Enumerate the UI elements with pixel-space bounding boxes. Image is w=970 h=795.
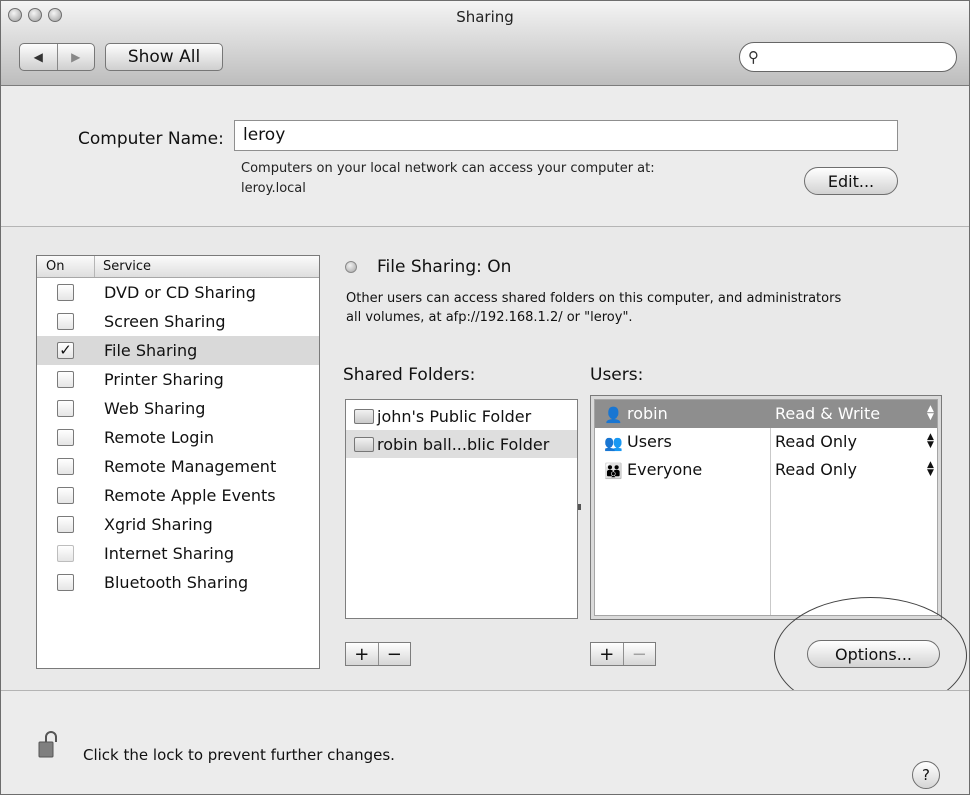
remove-user-button[interactable]: − [622,643,656,665]
bluetooth-sharing-checkbox[interactable] [57,574,74,591]
status-description-address: all volumes, at afp://192.168.1.2/ or "l… [346,310,633,325]
users-table: 👤 robin Read & Write ▲ ▼ 👥 Users Read Onl… [594,399,938,616]
service-name: Web Sharing [104,399,206,418]
remove-shared-folder-button[interactable]: − [377,643,411,665]
service-row-dvd-cd-sharing[interactable]: DVD or CD Sharing [37,278,319,307]
remote-management-checkbox[interactable] [57,458,74,475]
service-row-xgrid-sharing[interactable]: Xgrid Sharing [37,510,319,539]
sharing-window: Sharing ◀ ▶ Show All ⚲ Computer Name: le… [0,0,970,795]
service-name: Remote Management [104,457,277,476]
file-sharing-checkbox[interactable]: ✓ [57,342,74,359]
forward-button[interactable]: ▶ [56,44,95,70]
file-sharing-status: File Sharing: On [377,257,512,277]
shared-folder-name: john's Public Folder [377,406,532,426]
status-indicator-icon [345,261,357,273]
status-description: Other users can access shared folders on… [346,291,842,306]
service-name: Remote Apple Events [104,486,276,505]
local-hostname: leroy.local [241,181,306,196]
add-user-button[interactable]: + [591,643,623,665]
internet-sharing-checkbox[interactable] [57,545,74,562]
public-folder-icon [354,436,374,452]
service-row-file-sharing[interactable]: ✓ File Sharing [37,336,319,365]
user-permission[interactable]: Read & Write [775,404,880,423]
computer-name-label: Computer Name: [78,129,224,149]
lock-instruction: Click the lock to prevent further change… [83,746,395,764]
xgrid-sharing-checkbox[interactable] [57,516,74,533]
user-add-remove: + − [590,642,656,666]
shared-folder-name: robin ball...blic Folder [377,434,550,454]
user-row[interactable]: 👥 Users Read Only ▲ ▼ [595,428,937,456]
service-row-screen-sharing[interactable]: Screen Sharing [37,307,319,336]
shared-folder-add-remove: + − [345,642,411,666]
user-permission[interactable]: Read Only [775,432,857,451]
remote-login-checkbox[interactable] [57,429,74,446]
search-field[interactable]: ⚲ [739,42,957,72]
single-user-icon: 👤 [604,406,623,424]
service-name: Screen Sharing [104,312,226,331]
shared-folder-row[interactable]: john's Public Folder [346,402,577,430]
service-name: Remote Login [104,428,214,447]
permission-stepper-icon[interactable]: ▲ ▼ [927,405,934,422]
service-name: Internet Sharing [104,544,235,563]
user-row[interactable]: 👤 robin Read & Write ▲ ▼ [595,400,937,428]
screen-sharing-checkbox[interactable] [57,313,74,330]
search-input[interactable] [768,48,952,65]
users-label: Users: [590,365,644,385]
group-icon: 👥 [604,434,623,452]
user-row[interactable]: 👪 Everyone Read Only ▲ ▼ [595,456,937,484]
service-column-header[interactable]: Service [95,259,151,274]
add-shared-folder-button[interactable]: + [346,643,378,665]
help-button[interactable]: ? [912,761,940,789]
permission-stepper-icon[interactable]: ▲ ▼ [927,433,934,450]
service-row-internet-sharing[interactable]: Internet Sharing [37,539,319,568]
service-row-remote-management[interactable]: Remote Management [37,452,319,481]
shared-folders-label: Shared Folders: [343,365,476,385]
computer-name-description: Computers on your local network can acce… [241,161,655,176]
web-sharing-checkbox[interactable] [57,400,74,417]
back-button[interactable]: ◀ [20,44,57,70]
printer-sharing-checkbox[interactable] [57,371,74,388]
service-name: File Sharing [104,341,198,360]
user-name: Everyone [627,460,703,479]
window-title: Sharing [456,8,514,26]
show-all-button[interactable]: Show All [105,43,223,71]
on-column-header[interactable]: On [37,256,95,277]
service-name: Xgrid Sharing [104,515,213,534]
service-row-remote-login[interactable]: Remote Login [37,423,319,452]
dvd-cd-sharing-checkbox[interactable] [57,284,74,301]
users-list: 👤 robin Read & Write ▲ ▼ 👥 Users Read Onl… [590,395,942,620]
computer-name-section [1,86,969,227]
everyone-icon: 👪 [604,462,623,480]
remote-apple-events-checkbox[interactable] [57,487,74,504]
edit-button[interactable]: Edit... [804,167,898,195]
unlocked-lock-icon[interactable] [38,731,60,759]
folder-icon [354,408,374,424]
navigation-buttons: ◀ ▶ [19,43,95,71]
footer-bar [1,690,969,794]
toolbar: Sharing ◀ ▶ Show All ⚲ [1,1,969,86]
user-permission[interactable]: Read Only [775,460,857,479]
split-view-handle[interactable] [578,504,581,510]
service-list: On Service DVD or CD Sharing Screen Shar… [36,255,320,669]
shared-folder-row[interactable]: robin ball...blic Folder [346,430,577,458]
options-button[interactable]: Options... [807,640,940,668]
service-row-bluetooth-sharing[interactable]: Bluetooth Sharing [37,568,319,597]
shared-folders-list: john's Public Folder robin ball...blic F… [345,399,578,619]
service-name: Bluetooth Sharing [104,573,249,592]
service-row-web-sharing[interactable]: Web Sharing [37,394,319,423]
user-name: Users [627,432,672,451]
computer-name-field[interactable]: leroy [234,120,898,151]
service-name: Printer Sharing [104,370,224,389]
permission-stepper-icon[interactable]: ▲ ▼ [927,461,934,478]
service-row-printer-sharing[interactable]: Printer Sharing [37,365,319,394]
search-icon: ⚲ [748,48,759,66]
service-list-header: On Service [37,256,319,278]
service-row-remote-apple-events[interactable]: Remote Apple Events [37,481,319,510]
service-name: DVD or CD Sharing [104,283,256,302]
user-name: robin [627,404,668,423]
